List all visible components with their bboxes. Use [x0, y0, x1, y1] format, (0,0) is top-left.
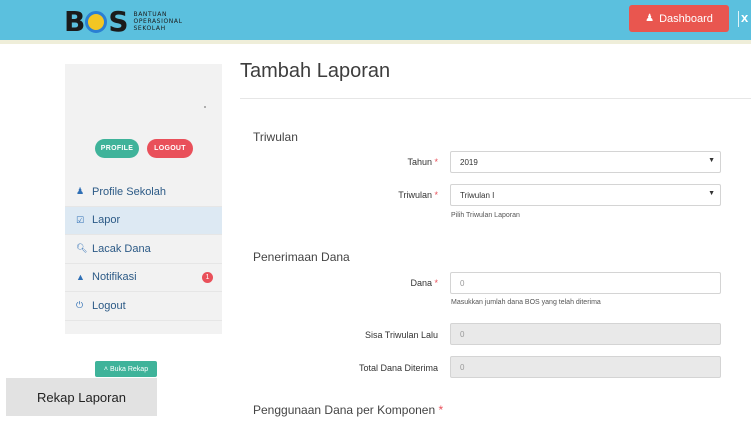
- logo-smiley-icon: [85, 11, 108, 33]
- total-dana-input: 0: [450, 356, 721, 378]
- section-penggunaan-text: Penggunaan Dana per Komponen: [253, 403, 436, 417]
- logout-pill-button[interactable]: LOGOUT: [147, 139, 193, 158]
- required-mark: *: [438, 403, 444, 417]
- required-mark: *: [434, 190, 438, 200]
- tahun-label-text: Tahun: [407, 157, 432, 167]
- triwulan-label: Triwulan *: [298, 190, 438, 200]
- dana-help-text: Masukkan jumlah dana BOS yang telah dite…: [451, 299, 601, 306]
- triwulan-select-value: Triwulan I: [460, 190, 495, 200]
- avatar-placeholder: [204, 106, 206, 108]
- bos-logo[interactable]: B S BANTUAN OPERASIONAL SEKOLAH: [64, 4, 183, 38]
- sisa-triwulan-label: Sisa Triwulan Lalu: [364, 330, 438, 340]
- header-divider: [738, 11, 739, 27]
- rekap-laporan-button[interactable]: Rekap Laporan: [6, 378, 157, 416]
- sidebar-item-label: Notifikasi: [92, 271, 137, 284]
- required-mark: *: [434, 157, 438, 167]
- sidebar-item-lacak-dana[interactable]: 🔍︎ Lacak Dana: [65, 235, 222, 264]
- sidebar-item-profile-sekolah[interactable]: ♟ Profile Sekolah: [65, 178, 222, 207]
- dashboard-button-label: Dashboard: [659, 12, 713, 25]
- dana-input[interactable]: 0: [450, 272, 721, 294]
- caret-down-icon: ▼: [708, 190, 715, 197]
- buka-rekap-label: Buka Rekap: [109, 365, 149, 373]
- search-icon: 🔍︎: [76, 243, 88, 254]
- logo-letter-s: S: [108, 4, 128, 38]
- sidebar-item-label: Lacak Dana: [92, 242, 151, 255]
- dana-label-text: Dana: [410, 278, 432, 288]
- sisa-triwulan-input: 0: [450, 323, 721, 345]
- page-title: Tambah Laporan: [240, 60, 391, 82]
- section-triwulan-heading: Triwulan: [253, 130, 298, 144]
- triwulan-label-text: Triwulan: [398, 190, 432, 200]
- logo-tagline: BANTUAN OPERASIONAL SEKOLAH: [134, 11, 183, 32]
- tahun-select[interactable]: 2019 ▼: [450, 151, 721, 173]
- logo-tagline-line: BANTUAN: [133, 10, 168, 18]
- sidebar-item-label: Lapor: [92, 214, 121, 227]
- tahun-select-value: 2019: [460, 157, 478, 167]
- user-icon: ♟: [645, 13, 655, 24]
- triwulan-select[interactable]: Triwulan I ▼: [450, 184, 721, 206]
- sidebar-item-lapor[interactable]: ☑ Lapor: [65, 206, 222, 235]
- user-icon: ♟: [76, 186, 85, 197]
- caret-down-icon: ▼: [708, 157, 715, 164]
- close-icon[interactable]: x: [741, 10, 748, 25]
- sidebar-item-notifikasi[interactable]: ▲ Notifikasi 1: [65, 264, 222, 292]
- triwulan-help-text: Pilih Triwulan Laporan: [451, 212, 520, 219]
- required-mark: *: [434, 278, 438, 288]
- tahun-label: Tahun *: [298, 157, 438, 167]
- logo-tagline-line: OPERASIONAL: [133, 17, 183, 25]
- header-underline: [0, 40, 751, 44]
- sidebar-item-logout[interactable]: ⏻︎ Logout: [65, 292, 222, 321]
- bell-icon: ▲: [76, 272, 85, 283]
- logo-letter-b: B: [64, 4, 85, 38]
- dana-label: Dana *: [298, 278, 438, 288]
- notification-badge: 1: [202, 271, 213, 283]
- title-divider: [240, 98, 751, 99]
- profile-button[interactable]: PROFILE: [95, 139, 139, 158]
- total-dana-label: Total Dana Diterima: [358, 363, 438, 373]
- logo-tagline-line: SEKOLAH: [133, 24, 166, 32]
- logo-wordmark: B S: [64, 4, 129, 38]
- top-navbar: B S BANTUAN OPERASIONAL SEKOLAH ♟ Dashbo…: [0, 0, 751, 40]
- sidebar-nav: ♟ Profile Sekolah ☑ Lapor 🔍︎ Lacak Dana …: [65, 178, 222, 321]
- section-penggunaan-heading: Penggunaan Dana per Komponen *: [253, 403, 443, 417]
- checkbox-icon: ☑: [76, 214, 85, 225]
- power-icon: ⏻︎: [76, 300, 84, 311]
- sidebar-item-label: Profile Sekolah: [92, 185, 166, 198]
- buka-rekap-button[interactable]: ˄ Buka Rekap: [95, 361, 157, 377]
- dashboard-button[interactable]: ♟ Dashboard: [629, 5, 729, 32]
- section-penerimaan-heading: Penerimaan Dana: [253, 250, 350, 264]
- sidebar-item-label: Logout: [92, 299, 126, 312]
